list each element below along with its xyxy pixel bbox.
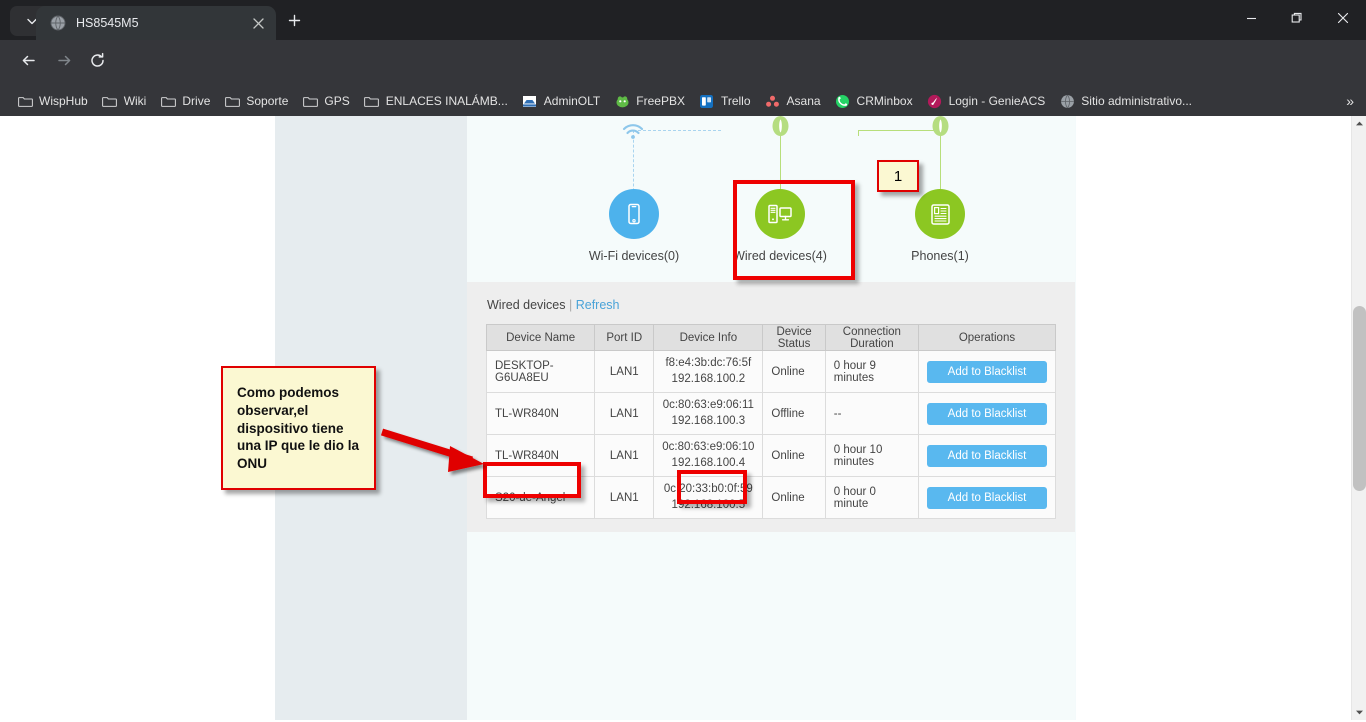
genieacs-icon xyxy=(927,93,943,109)
scrollbar-thumb[interactable] xyxy=(1353,306,1366,491)
bookmark-sitio-administrativo[interactable]: Sitio administrativo... xyxy=(1052,90,1199,112)
reload-button[interactable] xyxy=(82,48,112,78)
close-icon[interactable] xyxy=(248,13,268,33)
restore-icon xyxy=(1291,11,1303,29)
bookmark-wisphub[interactable]: WispHub xyxy=(10,90,95,112)
folder-icon xyxy=(224,93,240,109)
maximize-button[interactable] xyxy=(1274,0,1320,40)
bookmark-freepbx[interactable]: FreePBX xyxy=(607,90,692,112)
bookmark-gps[interactable]: GPS xyxy=(295,90,356,112)
bookmark-label: WispHub xyxy=(39,94,88,108)
tab-title: HS8545M5 xyxy=(76,16,238,30)
new-tab-button[interactable] xyxy=(280,9,308,37)
folder-icon xyxy=(364,93,380,109)
bookmark-label: Wiki xyxy=(124,94,147,108)
bookmark-label: Asana xyxy=(787,94,821,108)
bookmark-wiki[interactable]: Wiki xyxy=(95,90,154,112)
arrow-left-icon xyxy=(20,52,37,74)
bookmark-label: Login - GenieACS xyxy=(949,94,1046,108)
highlight-box-wired-devices xyxy=(733,180,855,280)
folder-icon xyxy=(302,93,318,109)
scroll-up-button[interactable] xyxy=(1352,116,1366,131)
annotation-arrow-icon xyxy=(380,428,510,498)
bookmark-label: Drive xyxy=(182,94,210,108)
highlight-box-ip-address xyxy=(677,470,747,504)
bookmark-label: AdminOLT xyxy=(544,94,600,108)
step-number-badge: 1 xyxy=(877,160,919,192)
scroll-down-button[interactable] xyxy=(1352,705,1366,720)
bookmark-trello[interactable]: Trello xyxy=(692,90,758,112)
bookmark-crminbox[interactable]: CRMinbox xyxy=(828,90,920,112)
bookmark-adminolt[interactable]: AdminOLT xyxy=(515,90,607,112)
bookmark-label: Soporte xyxy=(246,94,288,108)
back-button[interactable] xyxy=(13,48,43,78)
close-icon xyxy=(1337,11,1349,29)
tab-strip: HS8545M5 xyxy=(0,0,1366,40)
bookmark-genieacs[interactable]: Login - GenieACS xyxy=(920,90,1053,112)
bookmark-drive[interactable]: Drive xyxy=(153,90,217,112)
plus-icon xyxy=(288,14,301,32)
bookmark-label: FreePBX xyxy=(636,94,685,108)
bookmark-label: GPS xyxy=(324,94,349,108)
minimize-icon xyxy=(1246,11,1257,29)
trello-icon xyxy=(699,93,715,109)
arrow-right-icon xyxy=(56,52,73,74)
folder-icon xyxy=(160,93,176,109)
browser-tab[interactable]: HS8545M5 xyxy=(36,6,276,40)
triangle-up-icon xyxy=(1355,115,1364,133)
asana-icon xyxy=(765,93,781,109)
adminolt-icon xyxy=(522,93,538,109)
freepbx-icon xyxy=(614,93,630,109)
globe-icon xyxy=(1059,93,1075,109)
bookmark-soporte[interactable]: Soporte xyxy=(217,90,295,112)
bookmarks-overflow-button[interactable]: » xyxy=(1346,93,1354,109)
folder-icon xyxy=(17,93,33,109)
bookmark-label: ENLACES INALÁMB... xyxy=(386,94,508,108)
bookmark-label: Trello xyxy=(721,94,751,108)
bookmark-asana[interactable]: Asana xyxy=(758,90,828,112)
bookmark-label: CRMinbox xyxy=(857,94,913,108)
annotation-overlay: 1 Como podemos observar,el dispositivo t… xyxy=(0,116,1366,720)
globe-icon xyxy=(50,15,66,31)
browser-toolbar: No seguro 192.168.100.1/index.asp G 文 xyxy=(0,40,1366,86)
page-viewport: Wi-Fi devices(0) Wired devices(4) xyxy=(0,116,1366,720)
annotation-note: Como podemos observar,el dispositivo tie… xyxy=(221,366,376,490)
forward-button[interactable] xyxy=(49,48,79,78)
bookmark-enlaces-inalambricos[interactable]: ENLACES INALÁMB... xyxy=(357,90,515,112)
minimize-button[interactable] xyxy=(1228,0,1274,40)
triangle-down-icon xyxy=(1355,704,1364,722)
browser-window: HS8545M5 xyxy=(0,0,1366,720)
bookmarks-bar: WispHub Wiki Drive Soporte GPS xyxy=(0,86,1366,116)
reload-icon xyxy=(89,52,106,74)
window-controls xyxy=(1228,0,1366,40)
folder-icon xyxy=(102,93,118,109)
crminbox-icon xyxy=(835,93,851,109)
bookmark-label: Sitio administrativo... xyxy=(1081,94,1192,108)
page-scrollbar[interactable] xyxy=(1351,116,1366,720)
window-close-button[interactable] xyxy=(1320,0,1366,40)
